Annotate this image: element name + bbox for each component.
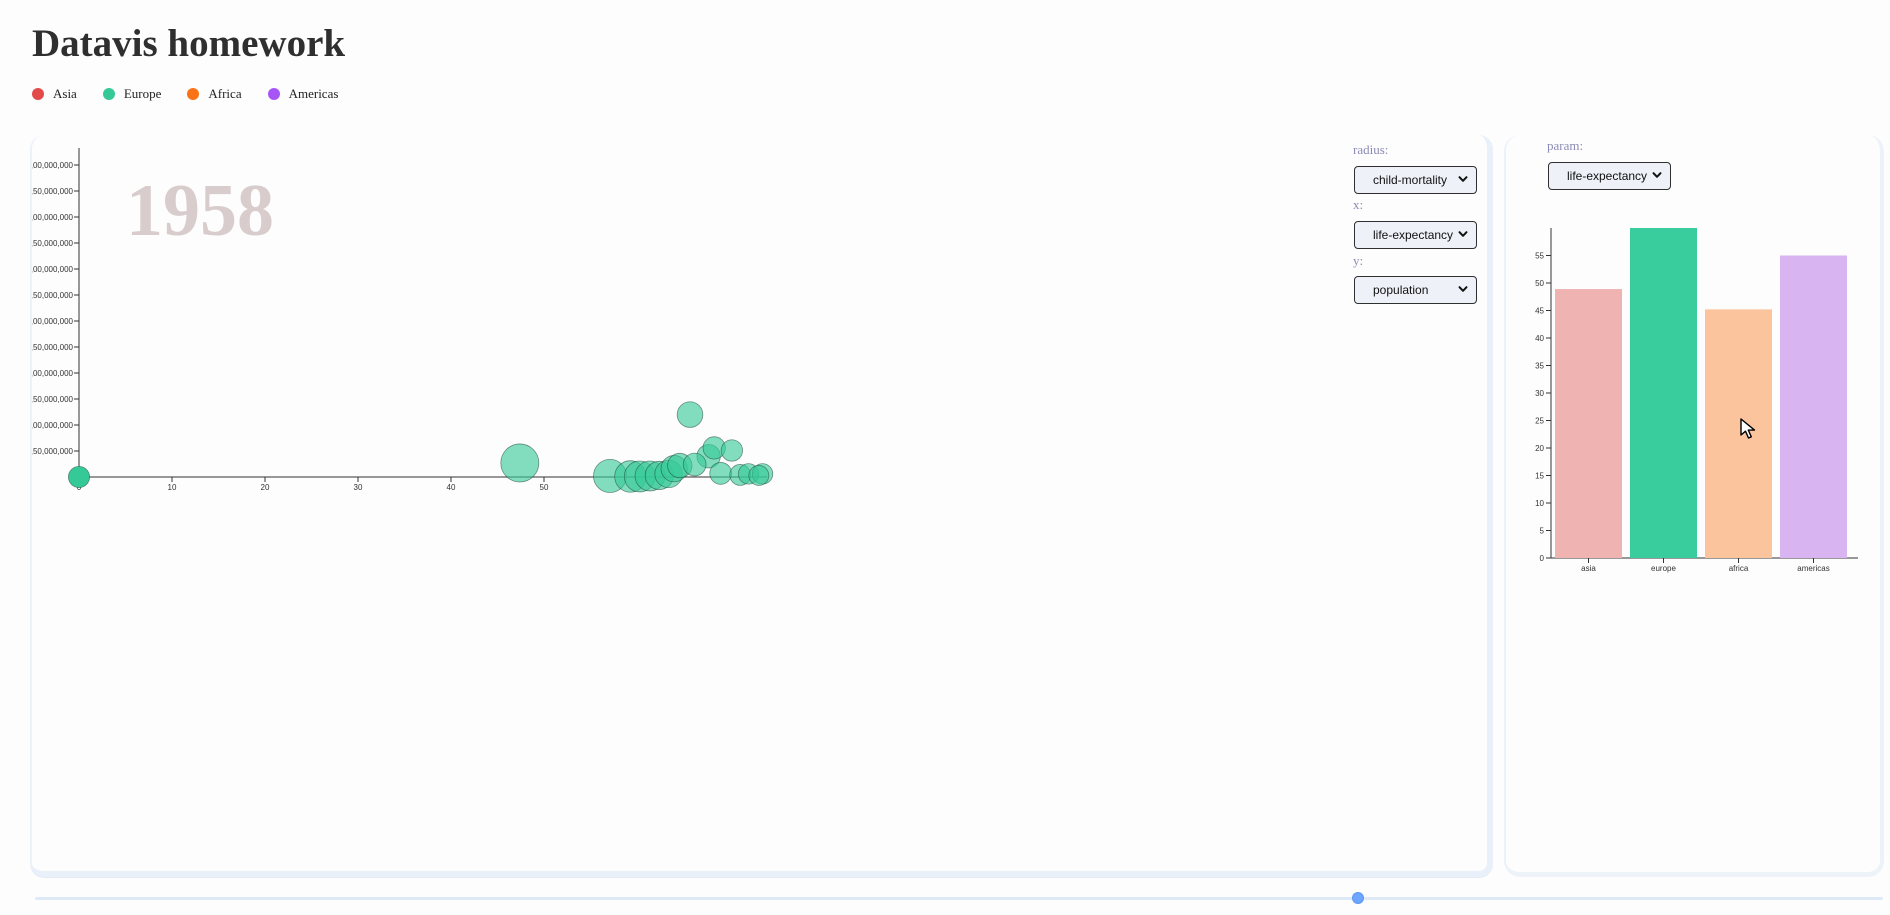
bar-y-tick-label: 20 bbox=[1535, 444, 1544, 453]
scatter-panel: 1958 ,50,000,000 ,00,000,000 ,50,000,000 ,00… bbox=[30, 135, 1493, 877]
bar-europe[interactable] bbox=[1630, 228, 1697, 558]
scatter-y-tick-label: ,00,000,000 bbox=[32, 265, 74, 274]
scatter-y-tick-label: ,50,000,000 bbox=[32, 291, 74, 300]
bar-category-label-africa: africa bbox=[1729, 564, 1749, 573]
chevron-down-icon bbox=[1458, 286, 1468, 292]
europe-color-dot bbox=[102, 88, 115, 100]
scatter-y-tick-label: ,50,000,000 bbox=[32, 187, 74, 196]
dashboard-page: Datavis homework Asia Europe Africa Amer… bbox=[0, 0, 1890, 915]
bar-y-tick-label: 55 bbox=[1535, 252, 1544, 261]
bar-y-tick-label: 50 bbox=[1535, 279, 1544, 288]
scatter-point[interactable] bbox=[709, 462, 733, 485]
bar-y-tick-label: 5 bbox=[1540, 527, 1545, 536]
bar-category-label-asia: asia bbox=[1581, 564, 1596, 573]
scatter-y-tick-label: ,00,000,000 bbox=[32, 421, 74, 430]
year-watermark: 1958 bbox=[126, 170, 274, 252]
scatter-x-tick-label: 10 bbox=[168, 483, 177, 492]
y-axis-select[interactable]: population bbox=[1354, 276, 1477, 304]
scatter-y-tick-label: ,50,000,000 bbox=[32, 395, 74, 404]
scatter-layer: 1958 ,50,000,000 ,00,000,000 ,50,000,000 ,00… bbox=[32, 148, 774, 493]
bar-y-tick-label: 15 bbox=[1535, 472, 1544, 481]
scatter-x-tick-label: 20 bbox=[261, 483, 270, 492]
scatter-point[interactable] bbox=[500, 443, 540, 483]
scatter-x-tick-label: 30 bbox=[354, 483, 363, 492]
bar-y-tick-label: 45 bbox=[1535, 307, 1544, 316]
scatter-y-tick-label: ,50,000,000 bbox=[32, 447, 74, 456]
bar-chart: 0 5 10 15 20 25 30 35 40 45 50 55 asia europe africa am… bbox=[1535, 228, 1858, 573]
bar-category-label-europe: europe bbox=[1651, 564, 1676, 573]
bar-layer: 0 5 10 15 20 25 30 35 40 45 50 55 asia europe africa am… bbox=[1535, 228, 1858, 573]
scatter-y-tick-label: ,00,000,000 bbox=[32, 369, 74, 378]
legend-label-africa: Africa bbox=[208, 86, 242, 101]
bar-y-tick-label: 40 bbox=[1535, 334, 1544, 343]
scatter-x-tick-label: 50 bbox=[540, 483, 549, 492]
y-axis-label: y: bbox=[1353, 253, 1364, 268]
bar-y-tick-label: 25 bbox=[1535, 417, 1544, 426]
scatter-point[interactable] bbox=[748, 465, 770, 486]
page-title: Datavis homework bbox=[32, 22, 346, 65]
legend-item-asia: Asia bbox=[32, 86, 77, 102]
scatter-plot: 1958 ,50,000,000 ,00,000,000 ,50,000,000 ,00… bbox=[32, 148, 774, 493]
legend-item-americas: Americas bbox=[267, 86, 339, 102]
radius-select[interactable]: child-mortality bbox=[1354, 166, 1477, 194]
bar-category-label-americas: americas bbox=[1797, 564, 1829, 573]
bar-africa[interactable] bbox=[1705, 309, 1772, 558]
x-axis-selected-value: life-expectancy bbox=[1373, 228, 1454, 242]
bar-y-tick-label: 35 bbox=[1535, 362, 1544, 371]
legend-label-americas: Americas bbox=[288, 86, 339, 101]
x-axis-label: x: bbox=[1353, 197, 1364, 212]
bar-americas[interactable] bbox=[1780, 255, 1847, 559]
chevron-down-icon bbox=[1458, 231, 1468, 237]
y-axis-selected-value: population bbox=[1373, 283, 1429, 297]
bar-y-tick-label: 30 bbox=[1535, 389, 1544, 398]
africa-color-dot bbox=[187, 88, 200, 100]
scatter-point[interactable] bbox=[68, 466, 90, 488]
year-slider-track[interactable] bbox=[35, 897, 1883, 900]
scatter-x-tick-label: 40 bbox=[447, 483, 456, 492]
chevron-down-icon bbox=[1458, 176, 1468, 182]
year-slider-thumb[interactable] bbox=[1352, 892, 1364, 904]
continent-legend: Asia Europe Africa Americas bbox=[32, 86, 338, 102]
americas-color-dot bbox=[267, 88, 280, 100]
legend-label-asia: Asia bbox=[53, 86, 77, 101]
scatter-point[interactable] bbox=[720, 439, 743, 462]
radius-label: radius: bbox=[1353, 142, 1389, 157]
scatter-y-tick-label: ,00,000,000 bbox=[32, 213, 74, 222]
bar-asia[interactable] bbox=[1555, 289, 1622, 558]
asia-color-dot bbox=[32, 88, 44, 100]
legend-item-africa: Africa bbox=[187, 86, 242, 102]
scatter-point[interactable] bbox=[682, 452, 707, 477]
scatter-y-tick-label: ,00,000,000 bbox=[32, 317, 74, 326]
legend-item-europe: Europe bbox=[102, 86, 162, 102]
legend-label-europe: Europe bbox=[123, 86, 162, 101]
x-axis-select[interactable]: life-expectancy bbox=[1354, 221, 1477, 249]
radius-selected-value: child-mortality bbox=[1373, 173, 1448, 187]
bar-y-tick-label: 10 bbox=[1535, 499, 1544, 508]
scatter-point[interactable] bbox=[676, 401, 704, 428]
scatter-y-tick-label: ,50,000,000 bbox=[32, 343, 74, 352]
scatter-y-tick-label: ,00,000,000 bbox=[32, 161, 74, 170]
scatter-y-tick-label: ,50,000,000 bbox=[32, 239, 74, 248]
bar-y-tick-label: 0 bbox=[1540, 554, 1545, 563]
